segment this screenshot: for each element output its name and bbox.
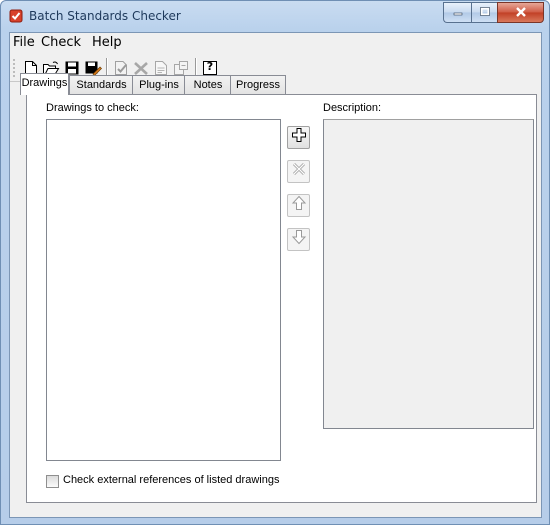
check-xrefs-label: Check external references of listed draw… [63, 474, 280, 486]
maximize-icon [479, 4, 490, 22]
plus-icon [291, 127, 307, 148]
description-label: Description: [323, 102, 382, 114]
menu-file[interactable]: File [13, 35, 35, 50]
remove-drawing-button[interactable] [287, 160, 310, 183]
move-down-button[interactable] [287, 228, 310, 251]
toolbar-grip[interactable] [13, 58, 15, 78]
title-bar[interactable]: Batch Standards Checker [1, 1, 549, 32]
drawings-tab-panel: Drawings to check: Description: Check ex… [26, 94, 537, 503]
maximize-button[interactable] [471, 2, 497, 23]
move-up-button[interactable] [287, 194, 310, 217]
drawings-list-label: Drawings to check: [46, 102, 139, 114]
window-title: Batch Standards Checker [29, 9, 181, 23]
arrow-up-icon [291, 195, 307, 216]
close-icon [515, 4, 527, 22]
tab-plug-ins[interactable]: Plug-ins [132, 75, 186, 94]
help-label: ? [206, 60, 214, 73]
remove-icon [291, 161, 307, 182]
tab-progress[interactable]: Progress [230, 75, 286, 94]
close-button[interactable] [497, 2, 544, 23]
description-box [323, 119, 534, 429]
menu-check[interactable]: Check [41, 35, 81, 50]
app-icon [9, 9, 23, 23]
tab-standards[interactable]: Standards [69, 75, 134, 94]
app-window: Batch Standards Checker File Check Help [0, 0, 550, 525]
caption-buttons [443, 2, 544, 23]
drawings-list[interactable] [46, 119, 281, 461]
arrow-down-icon [291, 229, 307, 250]
minimize-icon [453, 4, 463, 22]
add-drawing-button[interactable] [287, 126, 310, 149]
menu-help[interactable]: Help [92, 35, 122, 50]
tab-notes[interactable]: Notes [184, 75, 232, 94]
tab-drawings[interactable]: Drawings [20, 73, 69, 95]
menu-bar: File Check Help [10, 33, 541, 53]
check-xrefs-checkbox[interactable] [46, 475, 59, 488]
minimize-button[interactable] [443, 2, 471, 23]
